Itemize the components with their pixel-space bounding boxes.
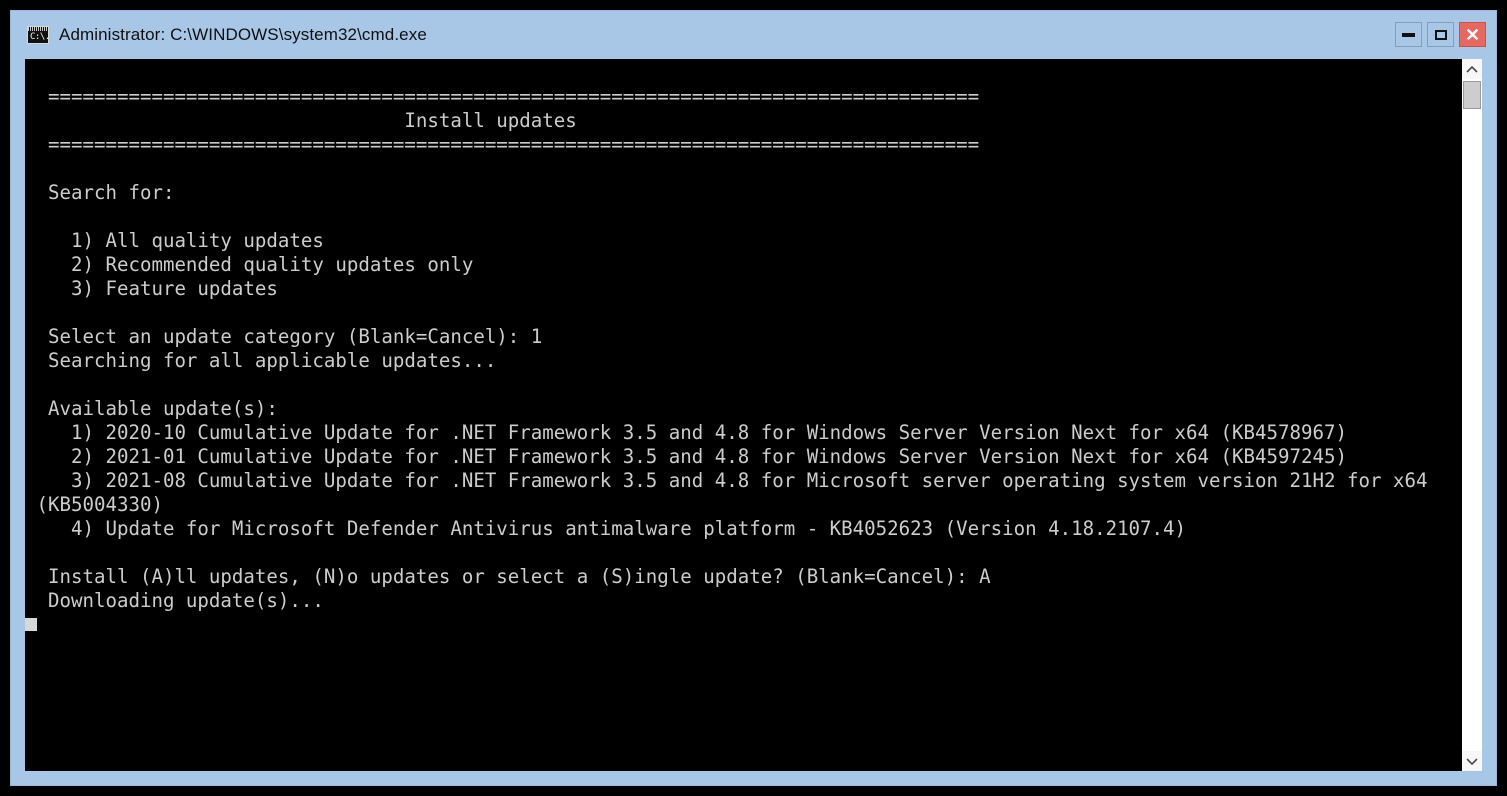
cmd-window[interactable]: C:\. Administrator: C:\WINDOWS\system32\… (10, 10, 1497, 786)
scroll-thumb[interactable] (1463, 81, 1481, 109)
window-title: Administrator: C:\WINDOWS\system32\cmd.e… (59, 25, 427, 44)
scroll-track[interactable] (1462, 79, 1482, 751)
console-cursor (25, 618, 37, 631)
scroll-up-arrow[interactable] (1462, 59, 1482, 79)
close-button[interactable]: ✕ (1459, 22, 1486, 47)
console-output[interactable]: ========================================… (25, 59, 1461, 771)
window-controls[interactable]: ✕ (1395, 22, 1486, 47)
console-client-area[interactable]: ========================================… (25, 59, 1482, 771)
icon-prompt-glyph: C:\. (30, 32, 49, 42)
scroll-down-arrow[interactable] (1462, 751, 1482, 771)
console-text-buffer: ========================================… (36, 85, 1428, 613)
console-scrollbar[interactable] (1461, 59, 1482, 771)
close-icon: ✕ (1464, 24, 1481, 45)
maximize-button[interactable] (1427, 22, 1454, 47)
window-titlebar[interactable]: C:\. Administrator: C:\WINDOWS\system32\… (11, 11, 1496, 59)
minimize-icon (1402, 32, 1415, 37)
cmd-console-icon: C:\. (27, 26, 49, 44)
maximize-icon (1434, 29, 1447, 40)
minimize-button[interactable] (1395, 22, 1422, 47)
